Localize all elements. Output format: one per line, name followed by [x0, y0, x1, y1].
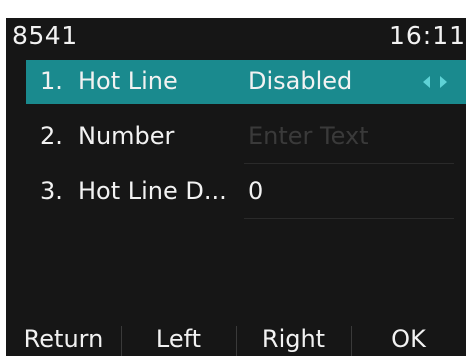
input-underline: [244, 218, 454, 219]
right-softkey[interactable]: Right: [236, 322, 351, 356]
menu-item-index: 1.: [40, 67, 63, 95]
ok-softkey[interactable]: OK: [351, 322, 466, 356]
return-softkey[interactable]: Return: [6, 322, 121, 356]
status-bar: 8541 16:11: [6, 18, 466, 58]
menu-item-number[interactable]: 2. Number Enter Text: [26, 115, 466, 170]
hot-line-delay-input[interactable]: 0: [248, 177, 263, 205]
left-right-arrows-icon[interactable]: [420, 73, 450, 91]
menu-item-hot-line-delay[interactable]: 3. Hot Line D... 0: [26, 170, 466, 225]
softkey-bar: Return Left Right OK: [6, 322, 466, 356]
clock: 16:11: [388, 21, 466, 50]
number-input[interactable]: Enter Text: [248, 122, 369, 150]
menu-item-index: 2.: [40, 122, 63, 150]
menu-item-label: Number: [78, 122, 175, 150]
input-underline: [244, 163, 454, 164]
menu-item-label: Hot Line: [78, 67, 178, 95]
phone-screen: 8541 16:11 1. Hot Line Disabled 2. Numbe…: [6, 18, 466, 356]
phone-bezel: 8541 16:11 1. Hot Line Disabled 2. Numbe…: [0, 0, 466, 356]
account-label: 8541: [12, 21, 78, 50]
left-softkey[interactable]: Left: [121, 322, 236, 356]
menu-item-index: 3.: [40, 177, 63, 205]
settings-menu: 1. Hot Line Disabled 2. Number Enter Tex…: [26, 60, 466, 225]
menu-item-hot-line[interactable]: 1. Hot Line Disabled: [26, 60, 466, 104]
hot-line-value[interactable]: Disabled: [248, 67, 352, 95]
menu-item-label: Hot Line D...: [78, 177, 227, 205]
